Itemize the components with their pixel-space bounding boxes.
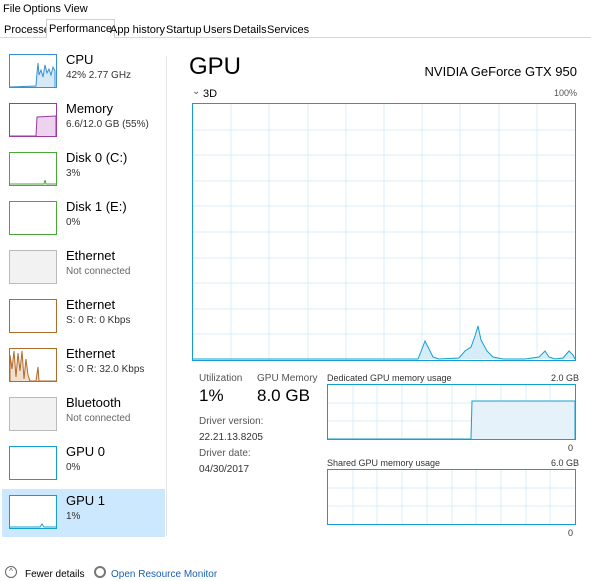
- sidebar-item-ethernet-2[interactable]: Ethernet S: 0 R: 0 Kbps: [2, 293, 165, 341]
- utilization-value: 1%: [199, 386, 224, 405]
- shared-memory-label: Shared GPU memory usage: [327, 458, 441, 468]
- ethernet3-mini-graph: [10, 350, 56, 381]
- driver-version-value: 22.21.13.8205: [199, 432, 263, 443]
- shared-memory-min: 0: [568, 528, 574, 538]
- device-name: NVIDIA GeForce GTX 950: [424, 64, 577, 79]
- ethernet3-thumbnail: [9, 348, 57, 382]
- sidebar-item-label: Memory: [66, 101, 113, 116]
- gpu-3d-graph-canvas: [193, 104, 576, 360]
- sidebar-item-sub: 0%: [66, 462, 81, 473]
- sidebar-item-ethernet-3[interactable]: Ethernet S: 0 R: 32.0 Kbps: [2, 342, 165, 390]
- menu-bar: File Options View: [0, 0, 591, 18]
- gpu1-thumbnail: [9, 495, 57, 529]
- chevron-up-icon[interactable]: ^: [5, 566, 17, 578]
- gpu0-thumbnail: [9, 446, 57, 480]
- driver-date-value: 04/30/2017: [199, 464, 250, 475]
- menu-view[interactable]: View: [64, 3, 88, 15]
- sidebar-item-sub: 0%: [66, 217, 81, 228]
- menu-file[interactable]: File: [3, 3, 21, 15]
- open-resource-monitor-link[interactable]: Open Resource Monitor: [111, 569, 217, 580]
- tab-services[interactable]: Services: [264, 21, 312, 37]
- gpu-memory-label: GPU Memory: [257, 373, 318, 384]
- sidebar-item-gpu-1[interactable]: GPU 1 1%: [2, 489, 165, 537]
- sidebar-item-label: Disk 0 (C:): [66, 150, 128, 165]
- sidebar-item-sub: Not connected: [66, 266, 131, 277]
- sidebar-item-cpu[interactable]: CPU 42% 2.77 GHz: [2, 48, 165, 96]
- sidebar-item-sub: 42% 2.77 GHz: [66, 70, 132, 81]
- sidebar-item-label: GPU 0: [66, 444, 106, 459]
- sidebar-item-disk-0[interactable]: Disk 0 (C:) 3%: [2, 146, 165, 194]
- sidebar-item-label: Ethernet: [66, 297, 116, 312]
- shared-memory-graph: [327, 469, 576, 525]
- resource-monitor-icon[interactable]: [94, 566, 106, 578]
- sidebar-item-label: GPU 1: [66, 493, 106, 508]
- sidebar-item-ethernet-1[interactable]: Ethernet Not connected: [2, 244, 165, 292]
- tab-performance[interactable]: Performance: [46, 19, 115, 38]
- disk1-thumbnail: [9, 201, 57, 235]
- graph-max-label: 100%: [553, 88, 577, 98]
- sidebar-item-sub: S: 0 R: 32.0 Kbps: [66, 364, 145, 375]
- dedicated-memory-graph: [327, 384, 576, 440]
- sidebar-item-sub: 1%: [66, 511, 81, 522]
- shared-memory-canvas: [328, 470, 575, 524]
- dedicated-memory-min: 0: [568, 443, 574, 453]
- engine-selector[interactable]: 3D: [203, 88, 217, 100]
- disk0-mini-graph: [10, 179, 56, 185]
- sidebar-item-sub: S: 0 R: 0 Kbps: [66, 315, 131, 326]
- utilization-label: Utilization: [199, 373, 243, 384]
- page-title: GPU: [189, 53, 242, 80]
- sidebar-item-label: Disk 1 (E:): [66, 199, 127, 214]
- tab-app-history[interactable]: App history: [107, 21, 168, 37]
- dedicated-memory-label: Dedicated GPU memory usage: [327, 373, 452, 383]
- chevron-down-icon[interactable]: ⌄: [192, 86, 200, 97]
- cpu-mini-graph: [10, 62, 56, 87]
- driver-date-label: Driver date:: [199, 448, 251, 459]
- gpu-3d-graph: [192, 103, 576, 361]
- shared-memory-max: 6.0 GB: [551, 458, 580, 468]
- cpu-thumbnail: [9, 54, 57, 88]
- gpu-memory-value: 8.0 GB: [257, 386, 310, 405]
- sidebar-item-gpu-0[interactable]: GPU 0 0%: [2, 440, 165, 488]
- ethernet1-thumbnail: [9, 250, 57, 284]
- gpu1-mini-graph: [10, 523, 56, 528]
- sidebar-item-sub: Not connected: [66, 413, 131, 424]
- memory-mini-graph: [10, 115, 56, 136]
- sidebar-item-memory[interactable]: Memory 6.6/12.0 GB (55%): [2, 97, 165, 145]
- sidebar-item-sub: 6.6/12.0 GB (55%): [66, 119, 149, 130]
- tab-bar: Processes Performance App history Startu…: [0, 19, 591, 38]
- sidebar-item-label: Ethernet: [66, 248, 116, 263]
- bluetooth-thumbnail: [9, 397, 57, 431]
- ethernet2-thumbnail: [9, 299, 57, 333]
- fewer-details-link[interactable]: Fewer details: [25, 569, 84, 580]
- sidebar-item-label: CPU: [66, 52, 94, 67]
- sidebar-divider: [166, 56, 167, 536]
- menu-options[interactable]: Options: [23, 3, 61, 15]
- disk0-thumbnail: [9, 152, 57, 186]
- tab-startup[interactable]: Startup: [163, 21, 204, 37]
- sidebar-item-bluetooth[interactable]: Bluetooth Not connected: [2, 391, 165, 439]
- dedicated-memory-canvas: [328, 385, 576, 440]
- sidebar-item-sub: 3%: [66, 168, 81, 179]
- sidebar-item-label: Ethernet: [66, 346, 116, 361]
- memory-thumbnail: [9, 103, 57, 137]
- dedicated-memory-max: 2.0 GB: [551, 373, 580, 383]
- sidebar-item-label: Bluetooth: [66, 395, 121, 410]
- driver-version-label: Driver version:: [199, 416, 264, 427]
- sidebar: CPU 42% 2.77 GHz Memory 6.6/12.0 GB (55%…: [0, 48, 166, 538]
- sidebar-item-disk-1[interactable]: Disk 1 (E:) 0%: [2, 195, 165, 243]
